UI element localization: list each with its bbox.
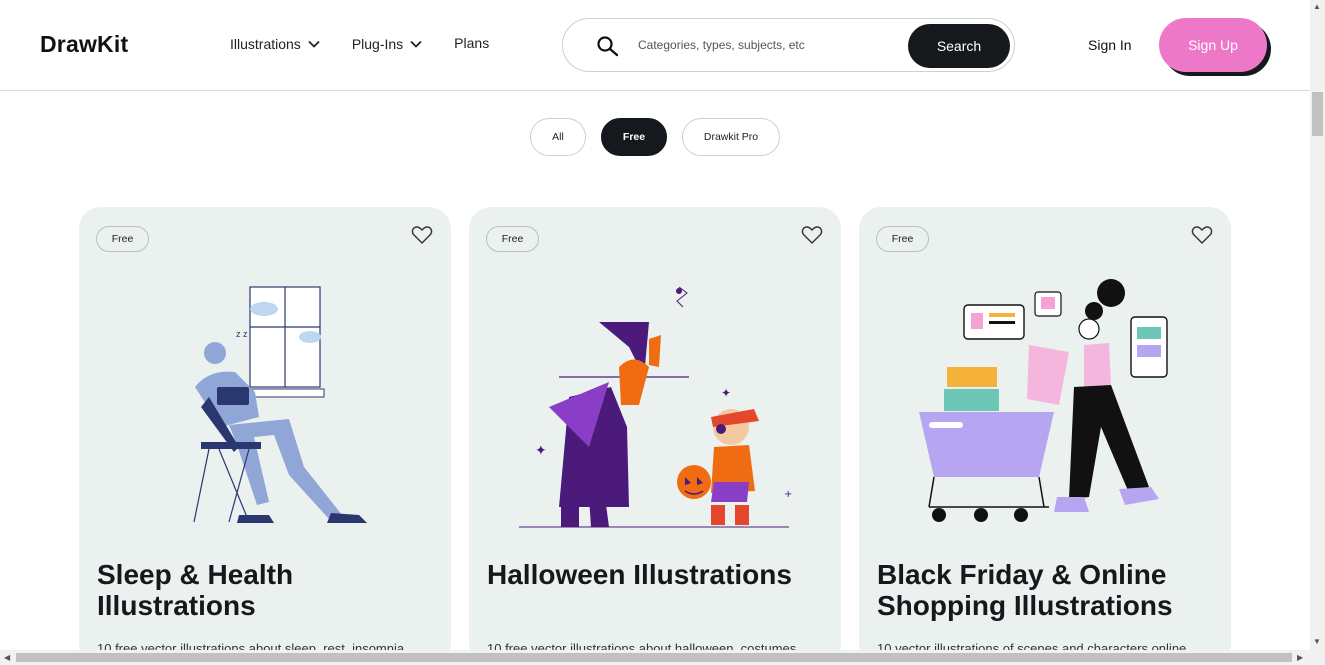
card-title[interactable]: Black Friday & Online Shopping Illustrat… <box>877 559 1217 621</box>
nav-item-label: Illustrations <box>230 36 301 52</box>
heart-icon[interactable] <box>801 225 823 245</box>
search-button[interactable]: Search <box>908 24 1010 68</box>
search-icon <box>597 36 619 57</box>
nav-item-label: Plans <box>454 35 490 51</box>
horizontal-scroll-thumb[interactable] <box>16 653 1292 662</box>
free-badge: Free <box>96 226 149 252</box>
svg-text:✦: ✦ <box>535 443 547 459</box>
scroll-right-arrow-icon[interactable]: ▶ <box>1297 653 1303 662</box>
svg-text:+: + <box>784 489 792 500</box>
search-input[interactable] <box>638 34 888 56</box>
card-title[interactable]: Sleep & Health Illustrations <box>97 559 437 621</box>
main-nav: Illustrations Plug-Ins Plans <box>230 34 521 52</box>
free-badge: Free <box>486 226 539 252</box>
nav-item-plug-ins[interactable]: Plug-Ins <box>352 36 422 52</box>
heart-icon[interactable] <box>411 225 433 245</box>
filter-all[interactable]: All <box>530 118 586 156</box>
vertical-scroll-thumb[interactable] <box>1312 92 1323 136</box>
card-sleep-health[interactable]: Free z z Sleep & Health Illustrations 10… <box>79 207 451 665</box>
site-header: DrawKit Illustrations Plug-Ins Plans Sea… <box>0 0 1310 91</box>
search-bar: Search <box>562 18 1015 72</box>
shopping-cart-illustration <box>919 279 1168 522</box>
vertical-scrollbar[interactable]: ▲ ▼ <box>1310 0 1325 650</box>
filter-drawkit-pro[interactable]: Drawkit Pro <box>682 118 780 156</box>
halloween-kids-illustration: ✦ ✦ + <box>519 286 792 528</box>
free-badge: Free <box>876 226 929 252</box>
logo[interactable]: DrawKit <box>40 31 128 58</box>
nav-item-plans[interactable]: Plans <box>454 34 489 52</box>
filter-free[interactable]: Free <box>601 118 667 156</box>
card-halloween[interactable]: Free ✦ ✦ + Halloween Illustrations 10 fr… <box>469 207 841 665</box>
sign-in-link[interactable]: Sign In <box>1088 37 1132 53</box>
chevron-down-icon <box>410 40 422 48</box>
chevron-down-icon <box>308 40 320 48</box>
scroll-left-arrow-icon[interactable]: ◀ <box>4 653 10 662</box>
scroll-down-arrow-icon[interactable]: ▼ <box>1313 637 1321 646</box>
svg-text:✦: ✦ <box>721 386 731 400</box>
nav-item-label: Plug-Ins <box>351 36 404 52</box>
card-title[interactable]: Halloween Illustrations <box>487 559 827 590</box>
sleeping-person-illustration: z z <box>193 286 367 523</box>
scroll-up-arrow-icon[interactable]: ▲ <box>1313 2 1321 11</box>
heart-icon[interactable] <box>1191 225 1213 245</box>
horizontal-scrollbar[interactable]: ◀ ▶ <box>0 650 1325 665</box>
nav-item-illustrations[interactable]: Illustrations <box>230 36 320 52</box>
svg-text:z z: z z <box>236 329 248 339</box>
sign-up-button[interactable]: Sign Up <box>1159 18 1267 72</box>
card-black-friday[interactable]: Free Black Friday & Online Shopping Illu… <box>859 207 1231 665</box>
